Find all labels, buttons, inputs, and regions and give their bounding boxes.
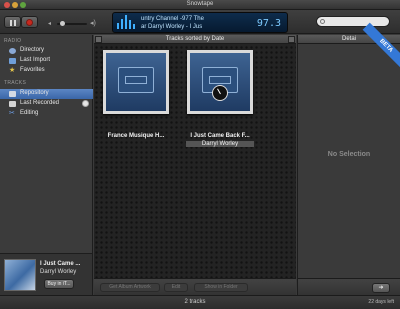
level-meter-bar bbox=[133, 24, 135, 29]
details-title: Detai bbox=[342, 36, 357, 42]
details-footer: ➜ bbox=[298, 278, 400, 295]
sidebar-item-label: Last Import bbox=[20, 57, 51, 63]
level-meter-bar bbox=[125, 15, 127, 29]
window-title: Snowtape bbox=[186, 1, 214, 7]
buy-in-itunes-button[interactable]: Buy in iT... bbox=[44, 279, 74, 289]
level-meter-bar bbox=[117, 23, 119, 29]
title-bar: Snowtape bbox=[0, 0, 400, 10]
edit-button[interactable]: Edit bbox=[164, 283, 188, 292]
current-song: ar Darryl Worley - I Jus bbox=[141, 24, 203, 30]
cassette-icon bbox=[118, 67, 154, 93]
star-icon: ★ bbox=[9, 67, 16, 74]
tracks-footer: Get Album Artwork Edit Show in Folder bbox=[94, 278, 296, 295]
sidebar-item-label: Editing bbox=[20, 110, 39, 116]
show-in-folder-button[interactable]: Show in Folder bbox=[194, 283, 248, 292]
now-playing-title: I Just Came ... bbox=[40, 261, 81, 267]
sidebar-item-label: Directory bbox=[20, 47, 45, 53]
sidebar-item-favorites[interactable]: ★ Favorites bbox=[0, 66, 93, 76]
station-frequency: 97.3 bbox=[256, 18, 281, 29]
sidebar: RADIO Directory Last Import ★ Favorites … bbox=[0, 35, 93, 253]
track-artwork-frame bbox=[103, 50, 169, 114]
trial-days-left: 22 days left bbox=[368, 299, 394, 305]
track-artwork bbox=[106, 53, 166, 111]
tracks-header: Tracks sorted by Date bbox=[94, 35, 296, 44]
volume-slider[interactable] bbox=[57, 21, 87, 26]
station-display: untry Channel -977 The ar Darryl Worley … bbox=[112, 12, 288, 33]
track-title: France Musique H... bbox=[107, 133, 165, 139]
track-artwork-frame bbox=[187, 50, 253, 114]
sidebar-item-last-import[interactable]: Last Import bbox=[0, 56, 93, 66]
toolbar: ◂ ◂) untry Channel -977 The ar Darryl Wo… bbox=[0, 10, 400, 34]
pause-icon bbox=[10, 20, 12, 26]
album-artwork bbox=[4, 259, 36, 291]
no-selection-label: No Selection bbox=[327, 151, 371, 158]
repository-icon bbox=[9, 91, 16, 97]
clock-icon bbox=[212, 85, 228, 101]
track-artist: Darryl Worley bbox=[186, 141, 254, 147]
level-meter-bar bbox=[121, 19, 123, 29]
volume-slider-knob[interactable] bbox=[60, 21, 65, 26]
sidebar-item-editing[interactable]: ✂ Editing bbox=[0, 109, 93, 119]
track-title: I Just Came Back F... bbox=[190, 133, 250, 139]
app-window: Snowtape ◂ ◂) untry Channel -977 The ar … bbox=[0, 0, 400, 309]
sidebar-item-last-recorded[interactable]: Last Recorded bbox=[0, 99, 93, 109]
globe-icon bbox=[9, 48, 16, 54]
pause-icon-bar bbox=[14, 20, 16, 26]
details-pane: Detai BETA No Selection ➜ bbox=[297, 22, 400, 295]
sidebar-item-label: Repository bbox=[20, 90, 49, 96]
scissors-icon: ✂ bbox=[9, 110, 15, 117]
tracks-pane: Tracks sorted by Date France Musique H..… bbox=[94, 35, 296, 295]
pause-button[interactable] bbox=[4, 16, 21, 28]
record-button[interactable] bbox=[21, 16, 38, 28]
get-album-artwork-button[interactable]: Get Album Artwork bbox=[100, 283, 160, 292]
import-icon bbox=[9, 58, 16, 64]
track-artwork bbox=[190, 53, 250, 111]
sidebar-item-directory[interactable]: Directory bbox=[0, 46, 93, 56]
sidebar-header-radio: RADIO bbox=[4, 38, 22, 44]
header-right-button[interactable] bbox=[288, 36, 295, 43]
volume-low-icon: ◂ bbox=[48, 21, 52, 27]
search-field[interactable] bbox=[316, 16, 390, 27]
tracks-sort-label[interactable]: Tracks sorted by Date bbox=[94, 36, 296, 42]
sidebar-item-repository[interactable]: Repository bbox=[0, 89, 93, 99]
volume-high-icon: ◂) bbox=[90, 20, 96, 27]
station-name: untry Channel -977 The bbox=[141, 16, 204, 22]
sidebar-item-label: Favorites bbox=[20, 67, 45, 73]
record-icon bbox=[26, 19, 33, 26]
sidebar-item-label: Last Recorded bbox=[20, 100, 60, 106]
clock-icon bbox=[82, 100, 89, 107]
track-count: 2 tracks bbox=[184, 299, 206, 305]
status-bar: 2 tracks 22 days left bbox=[0, 295, 400, 309]
now-playing-artist: Darryl Worley bbox=[40, 269, 77, 275]
next-arrow-button[interactable]: ➜ bbox=[372, 283, 390, 293]
recorded-icon bbox=[9, 101, 16, 107]
search-icon bbox=[320, 19, 325, 24]
sidebar-header-tracks: TRACKS bbox=[4, 80, 27, 86]
now-playing-panel: I Just Came ... Darryl Worley Buy in iT.… bbox=[0, 253, 93, 295]
level-meter-bar bbox=[129, 20, 131, 29]
